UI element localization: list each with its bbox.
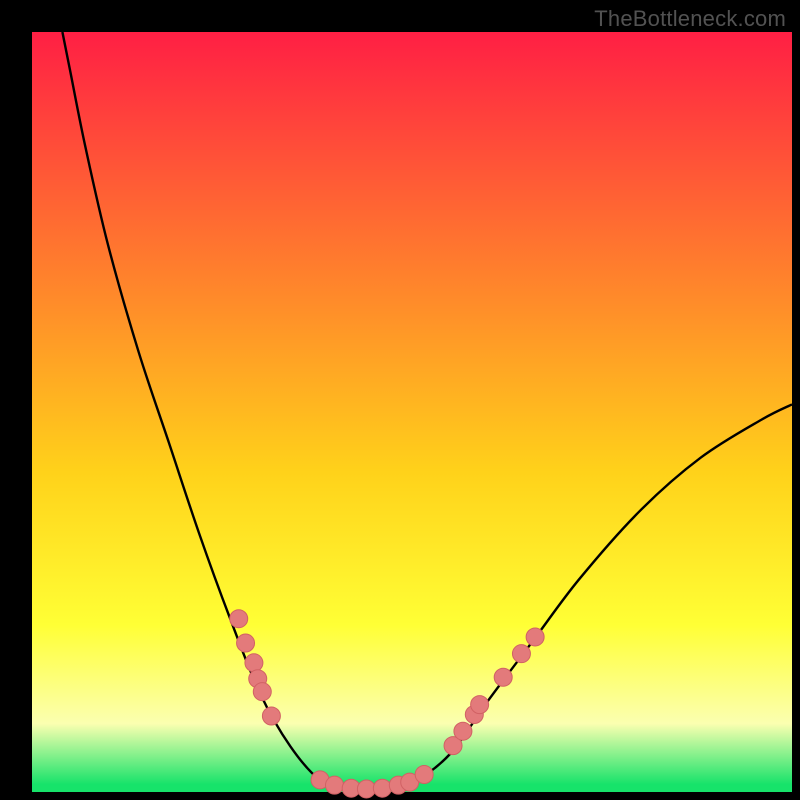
data-point — [454, 722, 472, 740]
data-point — [526, 628, 544, 646]
data-point — [357, 780, 375, 798]
data-point — [512, 645, 530, 663]
chart-frame: TheBottleneck.com — [0, 0, 800, 800]
watermark-text: TheBottleneck.com — [594, 6, 786, 32]
data-point — [230, 610, 248, 628]
data-point — [373, 779, 391, 797]
data-point — [325, 776, 343, 794]
plot-background-gradient — [32, 32, 792, 792]
data-point — [253, 683, 271, 701]
data-point — [237, 634, 255, 652]
data-point — [245, 654, 263, 672]
bottleneck-curve-chart — [0, 0, 800, 800]
data-point — [415, 766, 433, 784]
data-point — [494, 668, 512, 686]
data-point — [471, 696, 489, 714]
data-point — [262, 707, 280, 725]
